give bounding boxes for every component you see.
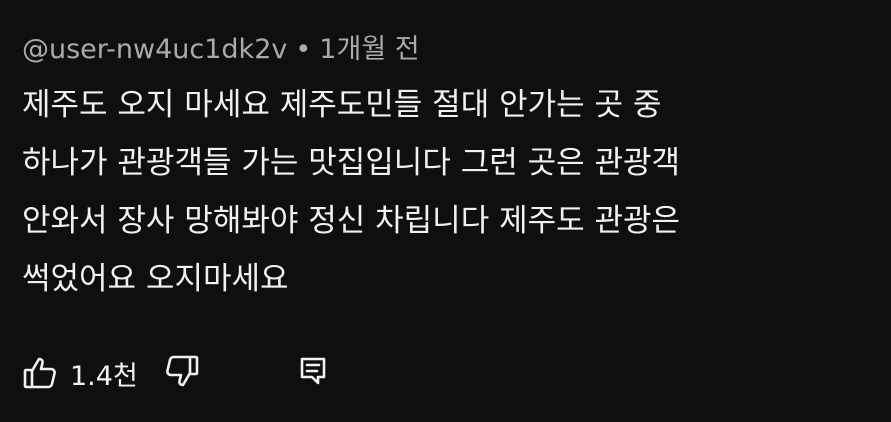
comment-reply-icon[interactable] <box>299 356 327 386</box>
comment-container: @user-nw4uc1dk2v • 1개월 전 제주도 오지 마세요 제주도민… <box>22 28 872 308</box>
comment-actions: 1.4천 <box>22 350 327 396</box>
comment-author[interactable]: @user-nw4uc1dk2v <box>22 28 287 72</box>
thumb-down-icon[interactable] <box>164 353 200 389</box>
comment-timestamp[interactable]: 1개월 전 <box>319 28 419 72</box>
thumb-up-icon[interactable] <box>22 355 58 391</box>
reply-button[interactable] <box>299 356 327 390</box>
like-count: 1.4천 <box>70 360 138 392</box>
like-button[interactable]: 1.4천 <box>22 354 138 393</box>
dislike-button[interactable] <box>164 353 200 393</box>
comment-text: 제주도 오지 마세요 제주도민들 절대 안가는 곳 중 하나가 관광객들 가는 … <box>22 87 681 297</box>
meta-separator: • <box>295 34 312 65</box>
comment-meta: @user-nw4uc1dk2v • 1개월 전 <box>22 28 872 72</box>
